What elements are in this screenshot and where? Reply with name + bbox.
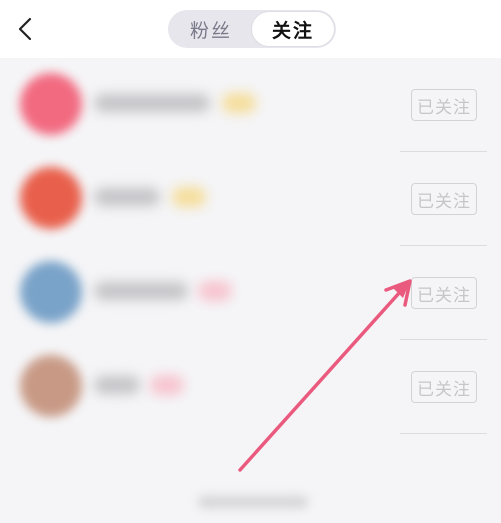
avatar	[20, 355, 82, 417]
avatar	[20, 73, 82, 135]
divider	[400, 433, 487, 434]
fans-follow-segmented-control: 粉丝 关注	[168, 10, 336, 48]
blurred-level-badge	[222, 93, 256, 113]
followed-button[interactable]: 已关注	[411, 89, 477, 121]
top-nav-bar: 粉丝 关注	[0, 0, 501, 58]
list-item[interactable]: 已关注	[0, 58, 501, 152]
blurred-username	[94, 94, 210, 112]
followed-button[interactable]: 已关注	[411, 277, 477, 309]
blurred-footer-text	[198, 496, 308, 508]
blurred-level-badge	[172, 187, 206, 207]
tab-following[interactable]: 关注	[252, 12, 334, 46]
chevron-left-icon	[18, 17, 32, 41]
following-list: 已关注 已关注 已关注 已关注	[0, 58, 501, 523]
followed-button[interactable]: 已关注	[411, 183, 477, 215]
blurred-username	[94, 188, 160, 206]
following-page: 粉丝 关注 已关注 已关注 已关注 已关注	[0, 0, 501, 523]
avatar	[20, 261, 82, 323]
back-button[interactable]	[18, 14, 54, 44]
tab-fans[interactable]: 粉丝	[172, 12, 250, 46]
list-item[interactable]: 已关注	[0, 246, 501, 340]
blurred-username	[94, 376, 140, 394]
blurred-level-badge	[150, 375, 184, 395]
avatar	[20, 167, 82, 229]
list-item[interactable]: 已关注	[0, 152, 501, 246]
list-item[interactable]: 已关注	[0, 340, 501, 434]
followed-button[interactable]: 已关注	[411, 371, 477, 403]
blurred-username	[94, 282, 188, 300]
blurred-level-badge	[198, 281, 232, 301]
